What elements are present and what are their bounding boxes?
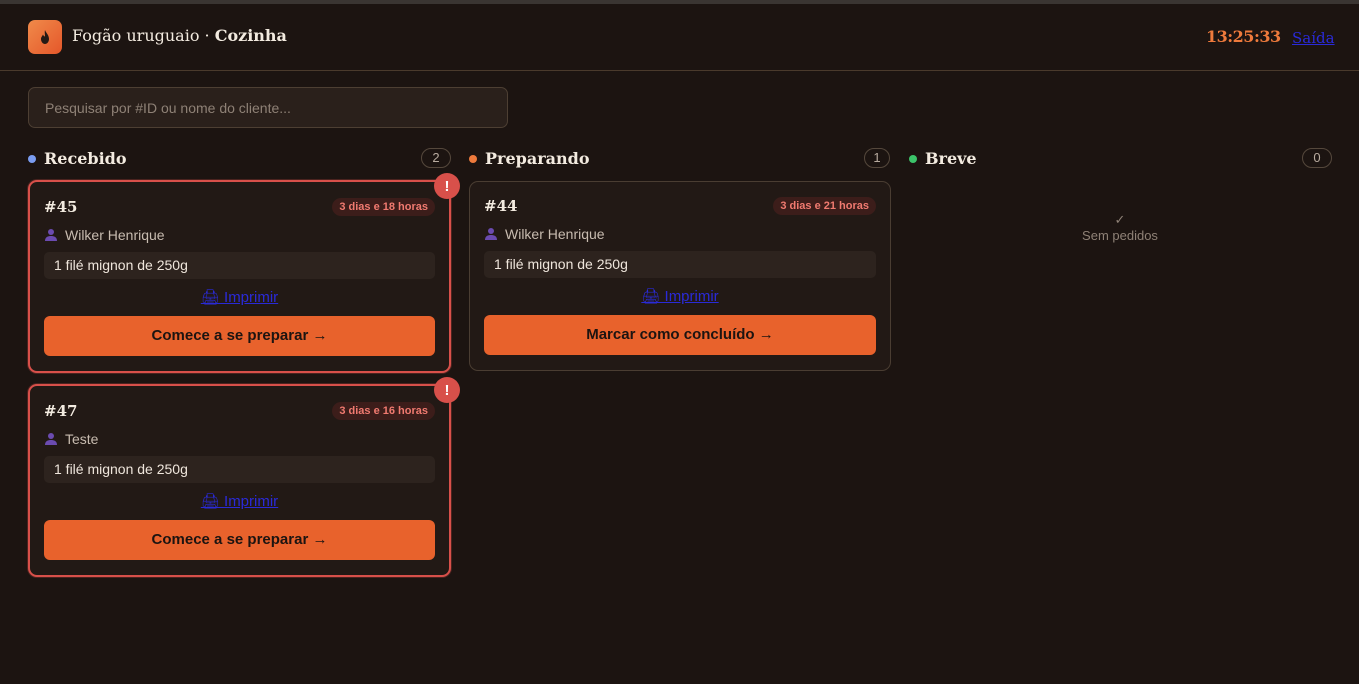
customer-info: Wilker Henrique	[484, 226, 605, 242]
app-header: Fogão uruguaio · Cozinha 13:25:33 Saída	[0, 4, 1359, 71]
column-count: 0	[1302, 148, 1332, 168]
order-card: ! #47 3 dias e 16 horas Teste 1 filé mig…	[28, 377, 460, 577]
column-title: Preparando	[485, 149, 590, 168]
start-preparing-button[interactable]: Comece a se preparar →	[44, 520, 435, 560]
section-name: Cozinha	[214, 26, 287, 45]
order-item: 1 filé mignon de 250g	[44, 252, 435, 279]
customer-name: Wilker Henrique	[65, 227, 165, 243]
column-count: 2	[421, 148, 451, 168]
customer-name: Teste	[65, 431, 99, 447]
column-title: Recebido	[44, 149, 127, 168]
column-header-breve: Breve 0	[909, 148, 1332, 170]
customer-info: Teste	[44, 431, 98, 447]
start-preparing-button[interactable]: Comece a se preparar →	[44, 316, 435, 356]
logout-link[interactable]: Saída	[1292, 29, 1335, 47]
clock: 13:25:33	[1206, 27, 1281, 46]
print-link[interactable]: 🖨 Imprimir	[30, 492, 449, 510]
order-age-badge: 3 dias e 16 horas	[332, 402, 435, 420]
order-id: #45	[44, 198, 78, 216]
search-placeholder: Pesquisar por #ID ou nome do cliente...	[45, 99, 291, 116]
empty-text: Sem pedidos	[1082, 228, 1158, 243]
alert-icon: !	[434, 173, 460, 199]
search-input[interactable]: Pesquisar por #ID ou nome do cliente...	[28, 87, 508, 128]
order-item: 1 filé mignon de 250g	[44, 456, 435, 483]
user-icon	[45, 433, 57, 445]
user-icon	[45, 229, 57, 241]
column-header-preparando: Preparando 1	[469, 148, 891, 170]
print-link[interactable]: 🖨 Imprimir	[30, 288, 449, 306]
customer-info: Wilker Henrique	[44, 227, 165, 243]
order-item: 1 filé mignon de 250g	[484, 251, 876, 278]
column-header-recebido: Recebido 2	[28, 148, 451, 170]
order-card: #44 3 dias e 21 horas Wilker Henrique 1 …	[469, 181, 891, 371]
column-count: 1	[864, 148, 890, 168]
print-link[interactable]: 🖨 Imprimir	[470, 287, 890, 305]
app-name: Fogão uruguaio	[72, 26, 200, 45]
status-dot	[909, 155, 917, 163]
order-age-badge: 3 dias e 21 horas	[773, 197, 876, 215]
empty-state: ✓ Sem pedidos	[1040, 212, 1200, 243]
user-icon	[485, 228, 497, 240]
status-dot	[469, 155, 477, 163]
customer-name: Wilker Henrique	[505, 226, 605, 242]
flame-icon	[28, 20, 62, 54]
order-id: #47	[44, 402, 78, 420]
alert-icon: !	[434, 377, 460, 403]
column-title: Breve	[925, 149, 977, 168]
check-icon: ✓	[1114, 212, 1126, 227]
status-dot	[28, 155, 36, 163]
title-separator: ·	[199, 26, 215, 45]
order-id: #44	[484, 197, 518, 215]
app-title: Fogão uruguaio · Cozinha	[72, 26, 287, 45]
order-age-badge: 3 dias e 18 horas	[332, 198, 435, 216]
mark-done-button[interactable]: Marcar como concluído →	[484, 315, 876, 355]
order-card: ! #45 3 dias e 18 horas Wilker Henrique …	[28, 173, 460, 373]
